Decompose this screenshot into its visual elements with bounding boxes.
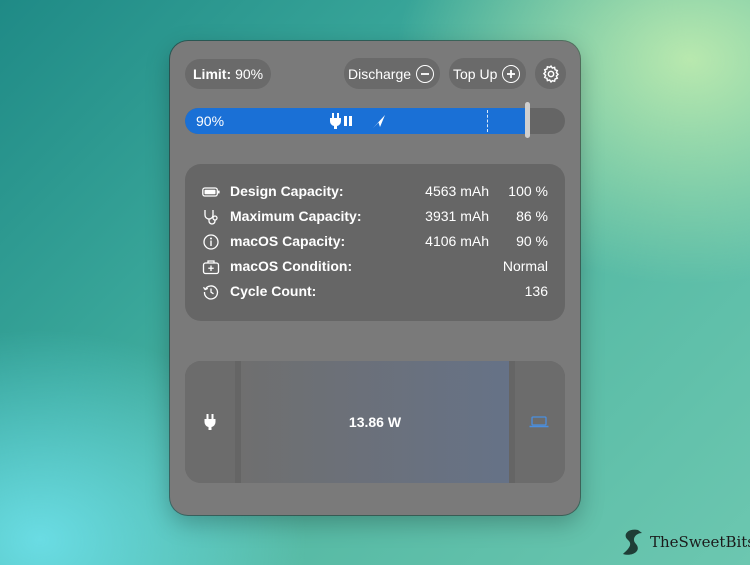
charge-status-icons	[329, 113, 387, 129]
discharge-label: Discharge	[348, 65, 412, 82]
info-label: Maximum Capacity:	[230, 208, 362, 224]
info-value: 136	[524, 283, 548, 299]
minus-circle-icon	[416, 64, 435, 83]
watermark-text: TheSweetBits	[650, 533, 750, 551]
info-label: macOS Condition:	[230, 258, 353, 274]
laptop-icon	[529, 416, 549, 428]
limit-value: 90%	[235, 66, 264, 82]
settings-button[interactable]	[535, 58, 566, 89]
info-value: 4106 mAh	[425, 233, 489, 249]
wattage-label: 13.86 W	[348, 414, 402, 430]
charge-slider-handle[interactable]	[525, 102, 530, 138]
info-value: 3931 mAh	[425, 208, 489, 224]
medical-kit-icon	[202, 260, 220, 275]
location-arrow-icon	[373, 115, 385, 128]
info-icon	[203, 234, 219, 250]
info-row-maximum-capacity: Maximum Capacity: 3931 mAh 86 %	[185, 207, 565, 227]
charge-slider-track[interactable]: 90%	[185, 108, 565, 134]
limit-label: Limit:	[193, 66, 232, 82]
limit-marker	[487, 110, 488, 132]
limit-indicator: Limit: 90%	[185, 59, 272, 89]
plug-pause-icon	[329, 113, 352, 129]
battery-info-card: Design Capacity: 4563 mAh 100 % Maximum …	[185, 164, 565, 321]
gear-icon	[542, 64, 559, 83]
info-label: macOS Capacity:	[230, 233, 346, 249]
top-up-label: Top Up	[453, 65, 498, 82]
info-percent: 90 %	[516, 233, 548, 249]
info-value: Normal	[502, 258, 548, 274]
info-percent: 100 %	[508, 183, 548, 199]
info-row-macos-condition: macOS Condition: Normal	[185, 257, 565, 277]
power-flow-card: 13.86 W	[185, 361, 565, 483]
info-value: 4563 mAh	[425, 183, 489, 199]
charge-percent-label: 90%	[196, 113, 225, 129]
history-icon	[202, 285, 219, 300]
top-up-button[interactable]: Top Up	[449, 58, 527, 89]
plug-icon	[204, 414, 216, 430]
power-wattage-section: 13.86 W	[241, 361, 509, 483]
info-label: Design Capacity:	[230, 183, 344, 199]
battery-panel: Limit: 90% Discharge Top Up 90% Design C…	[170, 41, 580, 515]
info-row-cycle-count: Cycle Count: 136	[185, 282, 565, 302]
discharge-button[interactable]: Discharge	[344, 58, 441, 89]
plus-circle-icon	[502, 64, 521, 83]
watermark: TheSweetBits	[620, 527, 750, 557]
thesweetbits-logo-icon	[623, 529, 642, 555]
info-label: Cycle Count:	[230, 283, 317, 299]
battery-icon	[202, 187, 220, 197]
info-percent: 86 %	[516, 208, 548, 224]
info-row-design-capacity: Design Capacity: 4563 mAh 100 %	[185, 182, 565, 202]
stethoscope-icon	[204, 210, 218, 225]
info-row-macos-capacity: macOS Capacity: 4106 mAh 90 %	[185, 232, 565, 252]
